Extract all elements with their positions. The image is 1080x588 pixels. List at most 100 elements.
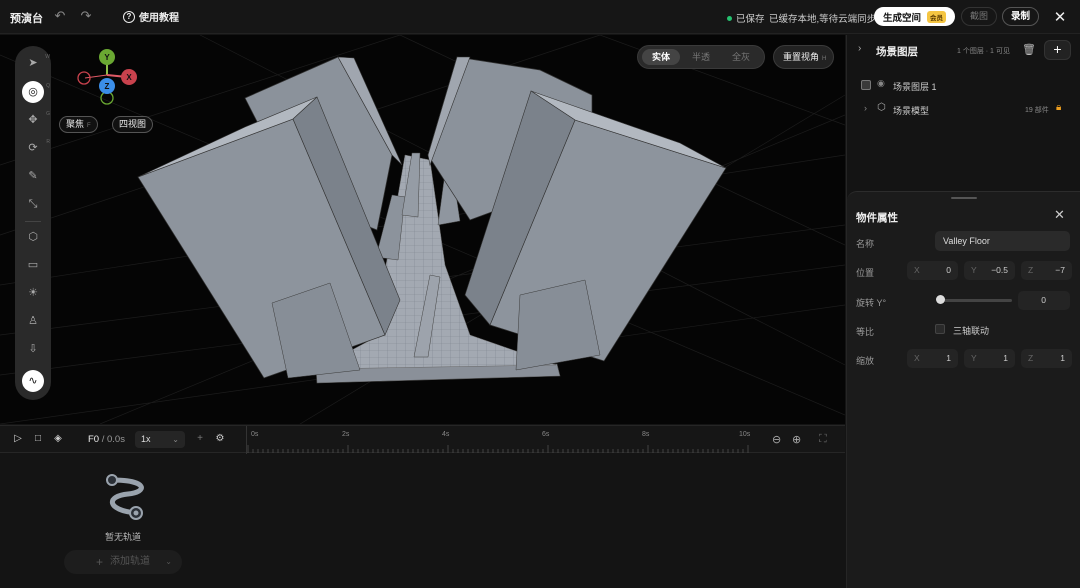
position-x-field[interactable]: X0 <box>907 261 958 280</box>
add-track-label: 添加轨道 <box>110 556 150 567</box>
track-settings-icon[interactable]: ⚙ <box>213 433 227 444</box>
ruler-label: 0s <box>251 431 259 438</box>
axis-gizmo[interactable]: Y X Z <box>75 47 145 109</box>
tool-key: W <box>45 54 50 60</box>
timeline-controls: ▷ □ ◈ F0 / 0.0s 1x ⌄ + ⚙ 0s 2s 4s 6s 8s 1… <box>0 425 845 454</box>
screenshot-button[interactable]: 截图 <box>961 7 997 26</box>
record-button[interactable]: 录制 <box>1002 7 1039 26</box>
frame-number: F0 <box>88 434 100 445</box>
focus-label: 聚焦 <box>66 119 85 129</box>
model-item[interactable]: › ⬡ 场景模型 19 部件 🔒︎ <box>847 99 1080 119</box>
empty-track-icon <box>106 474 144 520</box>
layers-header: › 场景图层 1 个图层 · 1 可见 🗑 + <box>847 35 1080 65</box>
position-x-value: 0 <box>946 265 951 275</box>
play-icon[interactable]: ▷ <box>11 433 25 444</box>
focus-button[interactable]: 聚焦 F <box>59 116 98 133</box>
redo-icon[interactable]: ↷ <box>78 8 94 24</box>
parts-count: 19 部件 <box>1025 107 1049 114</box>
axis-label: X <box>914 353 920 363</box>
axis-link-checkbox[interactable] <box>935 324 945 334</box>
gizmo-y-label: Y <box>104 53 110 62</box>
add-track-button[interactable]: + 添加轨道 ⌄ <box>64 550 182 574</box>
scale-y-field[interactable]: Y1 <box>964 349 1015 368</box>
person-icon[interactable]: ♙ <box>22 310 44 332</box>
lock-icon[interactable]: 🔒︎ <box>1056 102 1061 113</box>
light-icon[interactable]: ☀ <box>22 282 44 304</box>
chevron-down-icon: ⌄ <box>172 435 179 444</box>
view-mode-solid[interactable]: 实体 <box>642 49 680 65</box>
undo-icon[interactable]: ↶ <box>52 8 68 24</box>
axis-label: Z <box>1028 353 1034 363</box>
add-layer-button[interactable]: + <box>1044 40 1071 60</box>
tool-divider <box>25 221 41 222</box>
pen-icon[interactable]: ✎ <box>22 165 44 187</box>
expand-chevron-icon[interactable]: › <box>864 103 867 113</box>
scale-x-field[interactable]: X1 <box>907 349 958 368</box>
duration: / 0.0s <box>101 434 125 445</box>
timeline-ruler[interactable]: 0s 2s 4s 6s 8s 10s <box>246 426 754 454</box>
tutorial-link[interactable]: ? 使用教程 <box>123 9 179 24</box>
close-icon[interactable]: ✕ <box>1054 207 1065 223</box>
axis-label: Y <box>971 265 977 275</box>
ruler-label: 2s <box>342 431 350 438</box>
rotation-slider-knob[interactable] <box>936 295 945 304</box>
trash-icon[interactable]: 🗑 <box>1022 43 1036 56</box>
scale-icon[interactable]: ⤡ <box>22 193 44 215</box>
rotate-icon[interactable]: ⟳ R <box>22 137 50 159</box>
quad-view-button[interactable]: 四视图 <box>112 116 154 133</box>
3d-viewport[interactable]: Y X Z 聚焦 F 四视图 实体 半透 全灰 重置视角 H ➤ W ◎ Q ✥ G ⟳ R… <box>0 35 845 424</box>
app-title: 预演台 <box>10 13 43 25</box>
generate-space-label: 生成空间 <box>883 12 922 24</box>
layers-title: 场景图层 <box>876 46 918 58</box>
speed-select[interactable]: 1x ⌄ <box>135 431 185 448</box>
select-arrow-icon[interactable]: ➤ W <box>22 52 50 74</box>
import-icon[interactable]: ⇩ <box>22 338 44 360</box>
reset-view-button[interactable]: 重置视角 H <box>773 45 834 69</box>
add-keyframe-icon[interactable]: + <box>193 433 207 444</box>
layer-item[interactable]: ◉ 场景图层 1 <box>847 75 1080 95</box>
position-z-value: −7 <box>1055 265 1065 275</box>
save-status-label: 已保存 <box>736 14 765 25</box>
name-label: 名称 <box>856 239 875 249</box>
name-field[interactable]: Valley Floor <box>935 231 1070 251</box>
layer-checkbox[interactable] <box>861 80 871 90</box>
position-z-field[interactable]: Z −7 <box>1021 261 1072 280</box>
zoom-out-icon[interactable]: ⊖ <box>772 433 781 446</box>
member-badge: 会员 <box>927 10 947 23</box>
reset-view-label: 重置视角 <box>783 52 820 62</box>
collapse-chevron-icon[interactable]: › <box>858 43 861 54</box>
rotation-field[interactable]: 0 <box>1018 291 1070 310</box>
camera-icon[interactable]: ▭ <box>22 254 44 276</box>
scale-y-value: 1 <box>1003 353 1008 363</box>
ruler-label: 6s <box>542 431 550 438</box>
position-y-value: −0.5 <box>991 265 1008 275</box>
eye-icon[interactable]: ◉ <box>877 78 885 89</box>
drag-handle[interactable] <box>951 197 977 199</box>
path-icon[interactable]: ∿ <box>22 370 44 392</box>
scale-x-value: 1 <box>946 353 951 363</box>
cube-icon[interactable]: ⬡ <box>22 226 44 248</box>
cache-status: 已缓存本地,等待云端同步 <box>769 14 877 25</box>
view-mode-translucent[interactable]: 半透 <box>682 49 720 65</box>
zoom-in-icon[interactable]: ⊕ <box>792 433 801 446</box>
ruler-ticks <box>247 445 749 453</box>
fullscreen-icon[interactable]: ⛶ <box>819 433 827 446</box>
ruler-label: 10s <box>739 431 751 438</box>
generate-space-button[interactable]: 生成空间 会员 <box>874 7 955 26</box>
stop-icon[interactable]: □ <box>31 433 45 444</box>
top-bar: 预演台 ↶ ↷ ? 使用教程 已保存 已缓存本地,等待云端同步 生成空间 会员 … <box>0 0 1080 34</box>
position-y-field[interactable]: Y −0.5 <box>964 261 1015 280</box>
close-icon[interactable]: ✕ <box>1052 8 1068 26</box>
properties-title: 物件属性 <box>856 212 898 224</box>
tool-key: G <box>46 111 50 117</box>
ruler-label: 8s <box>642 431 650 438</box>
tool-key: Q <box>46 83 50 89</box>
scale-z-field[interactable]: Z1 <box>1021 349 1072 368</box>
move-icon[interactable]: ✥ G <box>22 109 50 131</box>
keyframe-icon[interactable]: ◈ <box>51 433 65 444</box>
axis-label: Y <box>971 353 977 363</box>
rotation-slider[interactable] <box>939 299 1012 302</box>
orbit-icon[interactable]: ◎ Q <box>22 81 50 103</box>
cube-icon: ⬡ <box>877 102 886 113</box>
view-mode-gray[interactable]: 全灰 <box>722 49 760 65</box>
